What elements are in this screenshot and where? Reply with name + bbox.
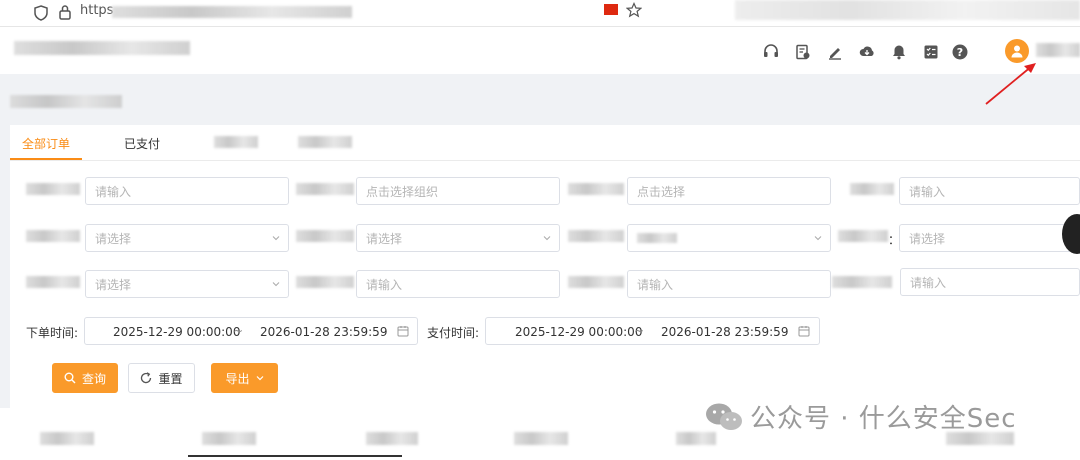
tab-redacted-3[interactable] xyxy=(214,136,258,148)
order-time-sep: ~ xyxy=(233,324,244,338)
order-time-start[interactable]: 2025-12-29 00:00:00 xyxy=(113,325,240,339)
filter-label-2 xyxy=(296,183,354,195)
chevron-down-icon xyxy=(272,236,280,241)
help-icon[interactable]: ? xyxy=(952,44,968,60)
filter-label-10 xyxy=(296,276,354,288)
filter-input-4[interactable]: 请输入 xyxy=(899,177,1080,205)
filter-select-8[interactable]: 请选择 xyxy=(899,224,1080,252)
filter-input-11[interactable]: 请输入 xyxy=(627,270,831,298)
reset-button-label: 重置 xyxy=(158,371,183,386)
tab-redacted-4[interactable] xyxy=(298,136,352,148)
redacted-page-title xyxy=(10,95,122,108)
pay-time-range[interactable]: 2025-12-29 00:00:00 ~ 2026-01-28 23:59:5… xyxy=(485,317,820,345)
search-button-label: 查询 xyxy=(81,371,106,386)
filter-picker-3[interactable]: 点击选择 xyxy=(627,177,831,205)
calendar-icon xyxy=(798,326,810,337)
table-column-header-3 xyxy=(366,432,418,445)
filter-input-1[interactable]: 请输入 xyxy=(85,177,289,205)
chevron-down-icon xyxy=(543,236,551,241)
pay-time-end[interactable]: 2026-01-28 23:59:59 xyxy=(661,325,788,339)
app-header: ? xyxy=(0,27,1080,74)
calendar-icon xyxy=(397,326,409,337)
tab-paid[interactable]: 已支付 xyxy=(124,135,160,152)
redacted-url xyxy=(112,6,352,18)
filter-label-6 xyxy=(296,230,354,242)
refresh-icon xyxy=(141,372,152,384)
filter-label-12 xyxy=(832,276,892,288)
url-text[interactable]: https xyxy=(80,3,113,18)
order-time-label: 下单时间: xyxy=(26,326,79,340)
tabs-divider xyxy=(10,160,1080,161)
cloud-download-icon[interactable] xyxy=(859,44,875,60)
filter-select-5[interactable]: 请选择 xyxy=(85,224,289,252)
table-column-header-4 xyxy=(514,432,568,445)
watermark: 公众号 · 什么安全Sec xyxy=(704,398,1017,435)
chevron-down-icon xyxy=(256,376,263,381)
table-column-header-2 xyxy=(202,432,256,445)
filter-label-3 xyxy=(568,183,624,195)
filter-label-7 xyxy=(568,230,624,242)
filter-label-4 xyxy=(850,183,894,195)
table-scroll-indicator[interactable] xyxy=(188,455,402,457)
redacted-app-title xyxy=(14,41,190,55)
chevron-down-icon xyxy=(814,236,822,241)
checklist-icon[interactable] xyxy=(923,44,939,60)
filter-label-11 xyxy=(568,276,624,288)
lock-icon[interactable] xyxy=(58,4,72,23)
search-icon xyxy=(64,372,76,384)
annotation-arrow xyxy=(985,63,1036,105)
headset-icon[interactable] xyxy=(763,44,779,60)
search-button[interactable]: 查询 xyxy=(52,363,118,393)
filter-label-5 xyxy=(26,230,80,242)
bell-icon[interactable] xyxy=(891,44,907,60)
filter-input-12[interactable]: 请输入 xyxy=(900,268,1080,296)
redacted-extensions xyxy=(735,0,1080,20)
filter-label-9 xyxy=(26,276,80,288)
reset-button[interactable]: 重置 xyxy=(128,363,195,393)
filter-select-9[interactable]: 请选择 xyxy=(85,270,289,298)
doc-icon[interactable] xyxy=(795,44,811,60)
browser-address-bar: https xyxy=(0,0,1080,27)
flag-icon xyxy=(604,4,618,15)
filter-input-10[interactable]: 请输入 xyxy=(356,270,560,298)
chevron-down-icon xyxy=(272,282,280,287)
order-time-range[interactable]: 2025-12-29 00:00:00 ~ 2026-01-28 23:59:5… xyxy=(84,317,418,345)
table-column-header-1 xyxy=(40,432,94,445)
wechat-icon xyxy=(706,403,742,430)
pay-time-label: 支付时间: xyxy=(427,326,480,340)
organization-select-input[interactable]: 点击选择组织 xyxy=(356,177,560,205)
export-button[interactable]: 导出 xyxy=(211,363,278,393)
redacted-username[interactable] xyxy=(1036,43,1080,57)
shield-icon[interactable] xyxy=(34,5,48,24)
edit-icon[interactable] xyxy=(827,44,843,60)
tab-all-orders[interactable]: 全部订单 xyxy=(22,135,70,152)
filter-label-1 xyxy=(26,183,80,195)
redacted-select-value xyxy=(637,233,677,243)
order-time-end[interactable]: 2026-01-28 23:59:59 xyxy=(260,325,387,339)
svg-text:?: ? xyxy=(957,46,963,59)
watermark-text: 公众号 · 什么安全Sec xyxy=(750,404,1017,434)
export-button-label: 导出 xyxy=(225,371,250,386)
pay-time-sep: ~ xyxy=(634,324,645,338)
filter-select-6[interactable]: 请选择 xyxy=(356,224,560,252)
filter-label-8 xyxy=(838,230,888,242)
filter-select-7[interactable] xyxy=(627,224,831,252)
pay-time-start[interactable]: 2025-12-29 00:00:00 xyxy=(515,325,642,339)
star-icon[interactable] xyxy=(625,2,643,21)
